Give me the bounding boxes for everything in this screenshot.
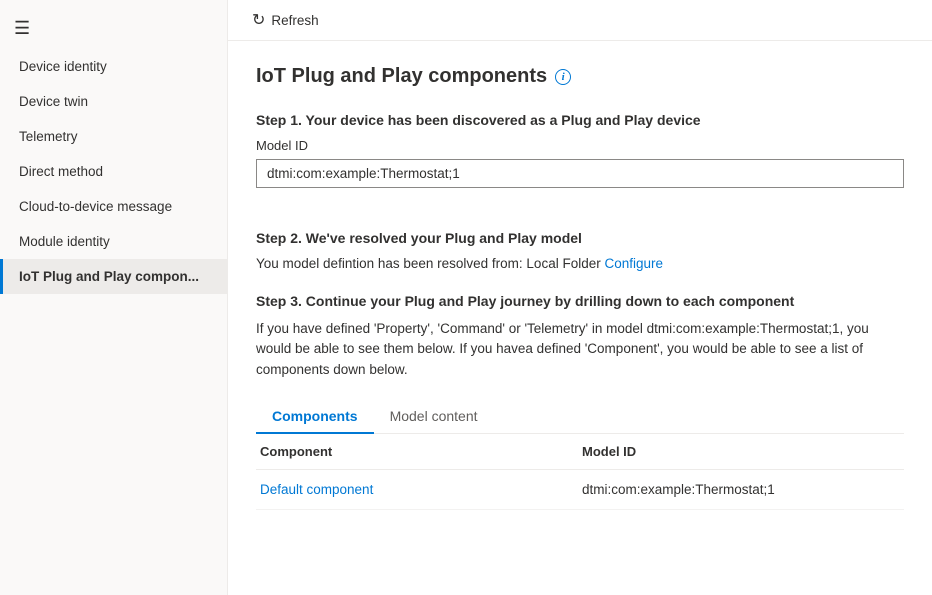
sidebar-item-device-identity[interactable]: Device identity xyxy=(0,49,227,84)
tabs-container: Components Model content xyxy=(256,398,904,434)
sidebar-item-label: Cloud-to-device message xyxy=(19,199,172,214)
model-id-cell: dtmi:com:example:Thermostat;1 xyxy=(582,482,904,497)
sidebar-item-telemetry[interactable]: Telemetry xyxy=(0,119,227,154)
col-header-component: Component xyxy=(256,444,582,459)
col-header-model-id: Model ID xyxy=(582,444,904,459)
refresh-icon: ↻ xyxy=(252,10,265,30)
tab-components[interactable]: Components xyxy=(256,398,374,434)
refresh-button[interactable]: ↻ Refresh xyxy=(244,6,327,34)
step1-section: Step 1. Your device has been discovered … xyxy=(256,112,904,208)
default-component-link[interactable]: Default component xyxy=(260,482,373,497)
sidebar-item-label: Module identity xyxy=(19,234,110,249)
hamburger-icon[interactable]: ☰ xyxy=(0,8,227,49)
tab-model-content[interactable]: Model content xyxy=(374,398,494,434)
main-content: ↻ Refresh IoT Plug and Play components i… xyxy=(228,0,932,595)
content-area: IoT Plug and Play components i Step 1. Y… xyxy=(228,41,932,595)
sidebar-item-device-twin[interactable]: Device twin xyxy=(0,84,227,119)
step3-section: Step 3. Continue your Plug and Play jour… xyxy=(256,293,904,510)
step1-heading: Step 1. Your device has been discovered … xyxy=(256,112,904,128)
sidebar-item-direct-method[interactable]: Direct method xyxy=(0,154,227,189)
model-id-input[interactable] xyxy=(256,159,904,188)
sidebar-item-label: IoT Plug and Play compon... xyxy=(19,269,199,284)
step3-description: If you have defined 'Property', 'Command… xyxy=(256,319,904,380)
table-row: Default component dtmi:com:example:Therm… xyxy=(256,470,904,510)
component-cell: Default component xyxy=(256,482,582,497)
sidebar-item-label: Device identity xyxy=(19,59,107,74)
sidebar-item-label: Device twin xyxy=(19,94,88,109)
resolved-from-text: You model defintion has been resolved fr… xyxy=(256,256,601,271)
sidebar-item-module-identity[interactable]: Module identity xyxy=(0,224,227,259)
sidebar: ☰ Device identity Device twin Telemetry … xyxy=(0,0,228,595)
step2-section: Step 2. We've resolved your Plug and Pla… xyxy=(256,230,904,271)
page-title-text: IoT Plug and Play components xyxy=(256,65,547,88)
table-header: Component Model ID xyxy=(256,434,904,470)
step2-heading: Step 2. We've resolved your Plug and Pla… xyxy=(256,230,904,246)
step3-heading: Step 3. Continue your Plug and Play jour… xyxy=(256,293,904,309)
toolbar: ↻ Refresh xyxy=(228,0,932,41)
model-id-label: Model ID xyxy=(256,138,904,153)
sidebar-item-cloud-to-device[interactable]: Cloud-to-device message xyxy=(0,189,227,224)
sidebar-item-iot-plug-play[interactable]: IoT Plug and Play compon... xyxy=(0,259,227,294)
configure-link[interactable]: Configure xyxy=(604,256,663,271)
components-table: Component Model ID Default component dtm… xyxy=(256,434,904,510)
resolved-text: You model defintion has been resolved fr… xyxy=(256,256,904,271)
refresh-label: Refresh xyxy=(271,13,318,28)
page-title: IoT Plug and Play components i xyxy=(256,65,904,88)
sidebar-item-label: Direct method xyxy=(19,164,103,179)
info-icon[interactable]: i xyxy=(555,69,571,85)
sidebar-item-label: Telemetry xyxy=(19,129,78,144)
